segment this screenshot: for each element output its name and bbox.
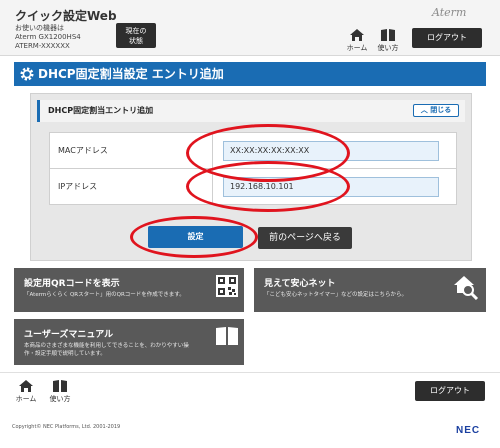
help-label: 使い方 [377, 44, 399, 52]
footer-help-button[interactable]: 使い方 [46, 379, 74, 404]
footer-home-label: ホーム [15, 395, 37, 403]
logout-button[interactable]: ログアウト [412, 28, 482, 48]
ip-label: IPアドレス [49, 168, 213, 205]
section-title: DHCP固定割当設定 エントリ追加 [38, 67, 224, 81]
device-ssid: ATERM-XXXXXX [15, 42, 70, 50]
form-table: MACアドレス IPアドレス [49, 132, 457, 205]
device-model: Aterm GX1200HS4 [15, 33, 81, 41]
qr-code-icon [216, 275, 238, 297]
qr-code-tile[interactable]: 設定用QRコードを表示 「Atermらくらく QRスタート」用のQRコードを作成… [14, 268, 244, 312]
status-button-line1: 現在の [125, 27, 147, 35]
home-icon [19, 380, 33, 392]
safe-net-tile[interactable]: 見えて安心ネット 「こども安心ネットタイマー」などの設定はこちらから。 [254, 268, 486, 312]
qr-tile-title: 設定用QRコードを表示 [24, 279, 120, 289]
copyright-text: Copyright© NEC Platforms, Ltd. 2001-2019 [12, 424, 121, 430]
nec-logo: NEC [456, 425, 481, 436]
collapse-label: 閉じる [430, 106, 452, 114]
mac-field-cell [212, 132, 457, 169]
ip-field-cell [212, 168, 457, 205]
panel-subtitle: DHCP固定割当エントリ追加 [48, 106, 154, 115]
manual-tile-title: ユーザーズマニュアル [24, 330, 114, 340]
help-button[interactable]: 使い方 [374, 28, 402, 53]
section-title-bar: DHCP固定割当設定 エントリ追加 [14, 62, 486, 86]
footer-home-button[interactable]: ホーム [12, 379, 40, 404]
device-caption-line: お使いの機器は [15, 24, 64, 32]
book-icon [381, 29, 395, 41]
set-button[interactable]: 設定 [148, 226, 243, 248]
aterm-logo: Aterm [432, 6, 467, 19]
mac-address-input[interactable] [223, 140, 439, 161]
footer-help-label: 使い方 [49, 395, 71, 403]
table-row: MACアドレス [49, 132, 457, 169]
gear-icon [20, 67, 34, 81]
manual-desc-line2: 作・設定手順で説明しています。 [24, 351, 106, 357]
book-icon [53, 380, 67, 392]
safe-tile-title: 見えて安心ネット [264, 279, 336, 289]
footer-bar: ホーム 使い方 ログアウト [0, 372, 500, 410]
manual-tile-desc: 本商品のさまざまな機能を利用してできることを、わかりやすい操 作・設定手順で説明… [24, 342, 189, 358]
house-search-icon [454, 276, 479, 300]
user-manual-tile[interactable]: ユーザーズマニュアル 本商品のさまざまな機能を利用してできることを、わかりやすい… [14, 319, 244, 365]
back-button[interactable]: 前のページへ戻る [258, 227, 352, 249]
safe-tile-desc: 「こども安心ネットタイマー」などの設定はこちらから。 [264, 292, 408, 298]
home-label: ホーム [346, 44, 368, 52]
footer-logout-button[interactable]: ログアウト [415, 381, 485, 401]
collapse-button[interactable]: ︿ 閉じる [413, 104, 459, 117]
mac-label: MACアドレス [49, 132, 213, 169]
panel-subtitle-bar: DHCP固定割当エントリ追加 ︿ 閉じる [37, 100, 465, 122]
status-button-line2: 状態 [129, 37, 143, 45]
home-icon [350, 29, 364, 41]
header-bar: クイック設定Web お使いの機器は Aterm GX1200HS4 ATERM-… [0, 0, 500, 56]
device-caption: お使いの機器は Aterm GX1200HS4 ATERM-XXXXXX [15, 24, 81, 51]
chevron-up-icon: ︿ [420, 106, 428, 114]
entry-panel: DHCP固定割当エントリ追加 ︿ 閉じる MACアドレス IPアドレス [30, 93, 472, 261]
current-status-button[interactable]: 現在の 状態 [116, 23, 156, 48]
book-icon [216, 327, 238, 345]
table-row: IPアドレス [49, 168, 457, 205]
qr-tile-desc: 「Atermらくらく QRスタート」用のQRコードを作成できます。 [24, 292, 185, 298]
app-title: クイック設定Web [15, 9, 117, 23]
manual-desc-line1: 本商品のさまざまな機能を利用してできることを、わかりやすい操 [24, 343, 189, 349]
ip-address-input[interactable] [223, 176, 439, 197]
home-button[interactable]: ホーム [343, 28, 371, 53]
